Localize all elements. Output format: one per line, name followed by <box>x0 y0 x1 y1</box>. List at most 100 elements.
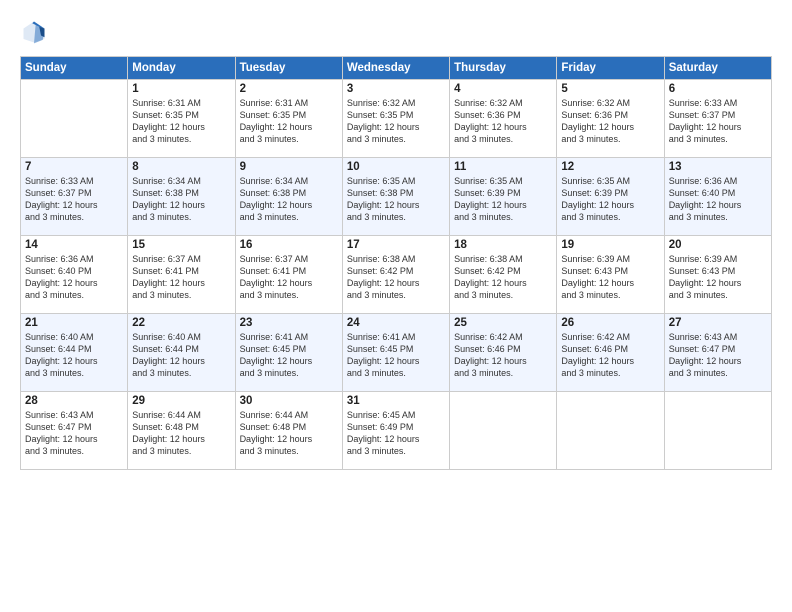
logo <box>20 18 52 46</box>
sunset-text: Sunset: 6:45 PM <box>240 343 338 355</box>
daylight-text-line1: Daylight: 12 hours <box>240 355 338 367</box>
calendar-cell: 17Sunrise: 6:38 AMSunset: 6:42 PMDayligh… <box>342 236 449 314</box>
daylight-text-line1: Daylight: 12 hours <box>454 121 552 133</box>
calendar-cell: 12 Sunrise: 6:35 AMSunset: 6:39 PMDayligh… <box>557 158 664 236</box>
weekday-header-row: SundayMondayTuesdayWednesdayThursdayFrid… <box>21 57 772 80</box>
day-number: 8 <box>132 161 230 173</box>
sunset-text: Sunset: 6:44 PM <box>25 343 123 355</box>
day-info: Sunrise: 6:40 AMSunset: 6:44 PMDaylight:… <box>25 331 123 380</box>
sunset-text: Sunset: 6:49 PM <box>347 421 445 433</box>
day-info: Sunrise: 6:36 AMSunset: 6:40 PMDaylight:… <box>25 253 123 302</box>
day-number: 26 <box>561 317 659 329</box>
sunrise-text: Sunrise: 6:43 AM <box>25 409 123 421</box>
sunset-text: Sunset: 6:41 PM <box>240 265 338 277</box>
sunset-text: Sunset: 6:42 PM <box>454 265 552 277</box>
daylight-text-line1: Daylight: 12 hours <box>240 121 338 133</box>
sunset-text: Sunset: 6:38 PM <box>132 187 230 199</box>
calendar-cell: 16Sunrise: 6:37 AMSunset: 6:41 PMDayligh… <box>235 236 342 314</box>
day-number: 12 <box>561 161 659 173</box>
sunrise-text: Sunrise: 6:33 AM <box>25 175 123 187</box>
day-number: 9 <box>240 161 338 173</box>
page: SundayMondayTuesdayWednesdayThursdayFrid… <box>0 0 792 612</box>
daylight-text-line2: and 3 minutes. <box>25 211 123 223</box>
day-info: Sunrise: 6:32 AMSunset: 6:36 PMDaylight:… <box>454 97 552 146</box>
daylight-text-line1: Daylight: 12 hours <box>561 121 659 133</box>
daylight-text-line1: Daylight: 12 hours <box>454 355 552 367</box>
calendar-cell <box>450 392 557 470</box>
day-number: 22 <box>132 317 230 329</box>
sunset-text: Sunset: 6:47 PM <box>669 343 767 355</box>
weekday-header-friday: Friday <box>557 57 664 80</box>
sunrise-text: Sunrise: 6:39 AM <box>561 253 659 265</box>
day-info: Sunrise: 6:42 AMSunset: 6:46 PMDaylight:… <box>454 331 552 380</box>
daylight-text-line2: and 3 minutes. <box>454 211 552 223</box>
sunset-text: Sunset: 6:36 PM <box>561 109 659 121</box>
day-number: 28 <box>25 395 123 407</box>
daylight-text-line1: Daylight: 12 hours <box>454 277 552 289</box>
daylight-text-line1: Daylight: 12 hours <box>25 199 123 211</box>
calendar-cell: 10Sunrise: 6:35 AMSunset: 6:38 PMDayligh… <box>342 158 449 236</box>
daylight-text-line1: Daylight: 12 hours <box>561 355 659 367</box>
day-number: 6 <box>669 83 767 95</box>
daylight-text-line2: and 3 minutes. <box>454 367 552 379</box>
daylight-text-line2: and 3 minutes. <box>454 133 552 145</box>
day-info: Sunrise: 6:44 AMSunset: 6:48 PMDaylight:… <box>240 409 338 458</box>
calendar-week-row: 21Sunrise: 6:40 AMSunset: 6:44 PMDayligh… <box>21 314 772 392</box>
daylight-text-line2: and 3 minutes. <box>240 211 338 223</box>
sunrise-text: Sunrise: 6:32 AM <box>561 97 659 109</box>
day-info: Sunrise: 6:34 AMSunset: 6:38 PMDaylight:… <box>240 175 338 224</box>
daylight-text-line1: Daylight: 12 hours <box>669 277 767 289</box>
daylight-text-line2: and 3 minutes. <box>240 289 338 301</box>
daylight-text-line1: Daylight: 12 hours <box>669 355 767 367</box>
daylight-text-line2: and 3 minutes. <box>25 289 123 301</box>
day-number: 31 <box>347 395 445 407</box>
day-info: Sunrise: 6:35 AMSunset: 6:38 PMDaylight:… <box>347 175 445 224</box>
day-info: Sunrise: 6:35 AMSunset: 6:39 PMDaylight:… <box>454 175 552 224</box>
day-info: Sunrise: 6:41 AMSunset: 6:45 PMDaylight:… <box>240 331 338 380</box>
daylight-text-line2: and 3 minutes. <box>669 289 767 301</box>
sunrise-text: Sunrise: 6:38 AM <box>347 253 445 265</box>
sunset-text: Sunset: 6:40 PM <box>25 265 123 277</box>
sunrise-text: Sunrise: 6:36 AM <box>25 253 123 265</box>
daylight-text-line2: and 3 minutes. <box>669 133 767 145</box>
daylight-text-line2: and 3 minutes. <box>132 211 230 223</box>
logo-icon <box>20 18 48 46</box>
sunrise-text: Sunrise: 6:35 AM <box>347 175 445 187</box>
sunset-text: Sunset: 6:40 PM <box>669 187 767 199</box>
daylight-text-line2: and 3 minutes. <box>347 367 445 379</box>
calendar-cell: 6Sunrise: 6:33 AMSunset: 6:37 PMDaylight… <box>664 80 771 158</box>
sunset-text: Sunset: 6:38 PM <box>347 187 445 199</box>
daylight-text-line1: Daylight: 12 hours <box>454 199 552 211</box>
daylight-text-line1: Daylight: 12 hours <box>669 121 767 133</box>
sunrise-text: Sunrise: 6:31 AM <box>240 97 338 109</box>
sunset-text: Sunset: 6:48 PM <box>132 421 230 433</box>
daylight-text-line2: and 3 minutes. <box>669 211 767 223</box>
sunrise-text: Sunrise: 6:35 AM <box>454 175 552 187</box>
calendar-week-row: 28Sunrise: 6:43 AMSunset: 6:47 PMDayligh… <box>21 392 772 470</box>
sunset-text: Sunset: 6:35 PM <box>132 109 230 121</box>
daylight-text-line2: and 3 minutes. <box>240 367 338 379</box>
day-info: Sunrise: 6:42 AMSunset: 6:46 PMDaylight:… <box>561 331 659 380</box>
day-info: Sunrise: 6:35 AMSunset: 6:39 PMDaylight:… <box>561 175 659 224</box>
daylight-text-line2: and 3 minutes. <box>347 133 445 145</box>
day-info: Sunrise: 6:37 AMSunset: 6:41 PMDaylight:… <box>240 253 338 302</box>
day-number: 1 <box>132 83 230 95</box>
daylight-text-line2: and 3 minutes. <box>25 367 123 379</box>
day-number: 30 <box>240 395 338 407</box>
calendar-cell: 25Sunrise: 6:42 AMSunset: 6:46 PMDayligh… <box>450 314 557 392</box>
sunset-text: Sunset: 6:39 PM <box>454 187 552 199</box>
weekday-header-tuesday: Tuesday <box>235 57 342 80</box>
sunrise-text: Sunrise: 6:37 AM <box>132 253 230 265</box>
daylight-text-line2: and 3 minutes. <box>669 367 767 379</box>
sunset-text: Sunset: 6:46 PM <box>454 343 552 355</box>
daylight-text-line1: Daylight: 12 hours <box>132 355 230 367</box>
daylight-text-line1: Daylight: 12 hours <box>347 121 445 133</box>
calendar-cell: 4Sunrise: 6:32 AMSunset: 6:36 PMDaylight… <box>450 80 557 158</box>
sunset-text: Sunset: 6:48 PM <box>240 421 338 433</box>
daylight-text-line1: Daylight: 12 hours <box>347 277 445 289</box>
daylight-text-line1: Daylight: 12 hours <box>25 277 123 289</box>
sunset-text: Sunset: 6:38 PM <box>240 187 338 199</box>
calendar-cell: 23Sunrise: 6:41 AMSunset: 6:45 PMDayligh… <box>235 314 342 392</box>
day-info: Sunrise: 6:31 AMSunset: 6:35 PMDaylight:… <box>132 97 230 146</box>
calendar-cell <box>664 392 771 470</box>
